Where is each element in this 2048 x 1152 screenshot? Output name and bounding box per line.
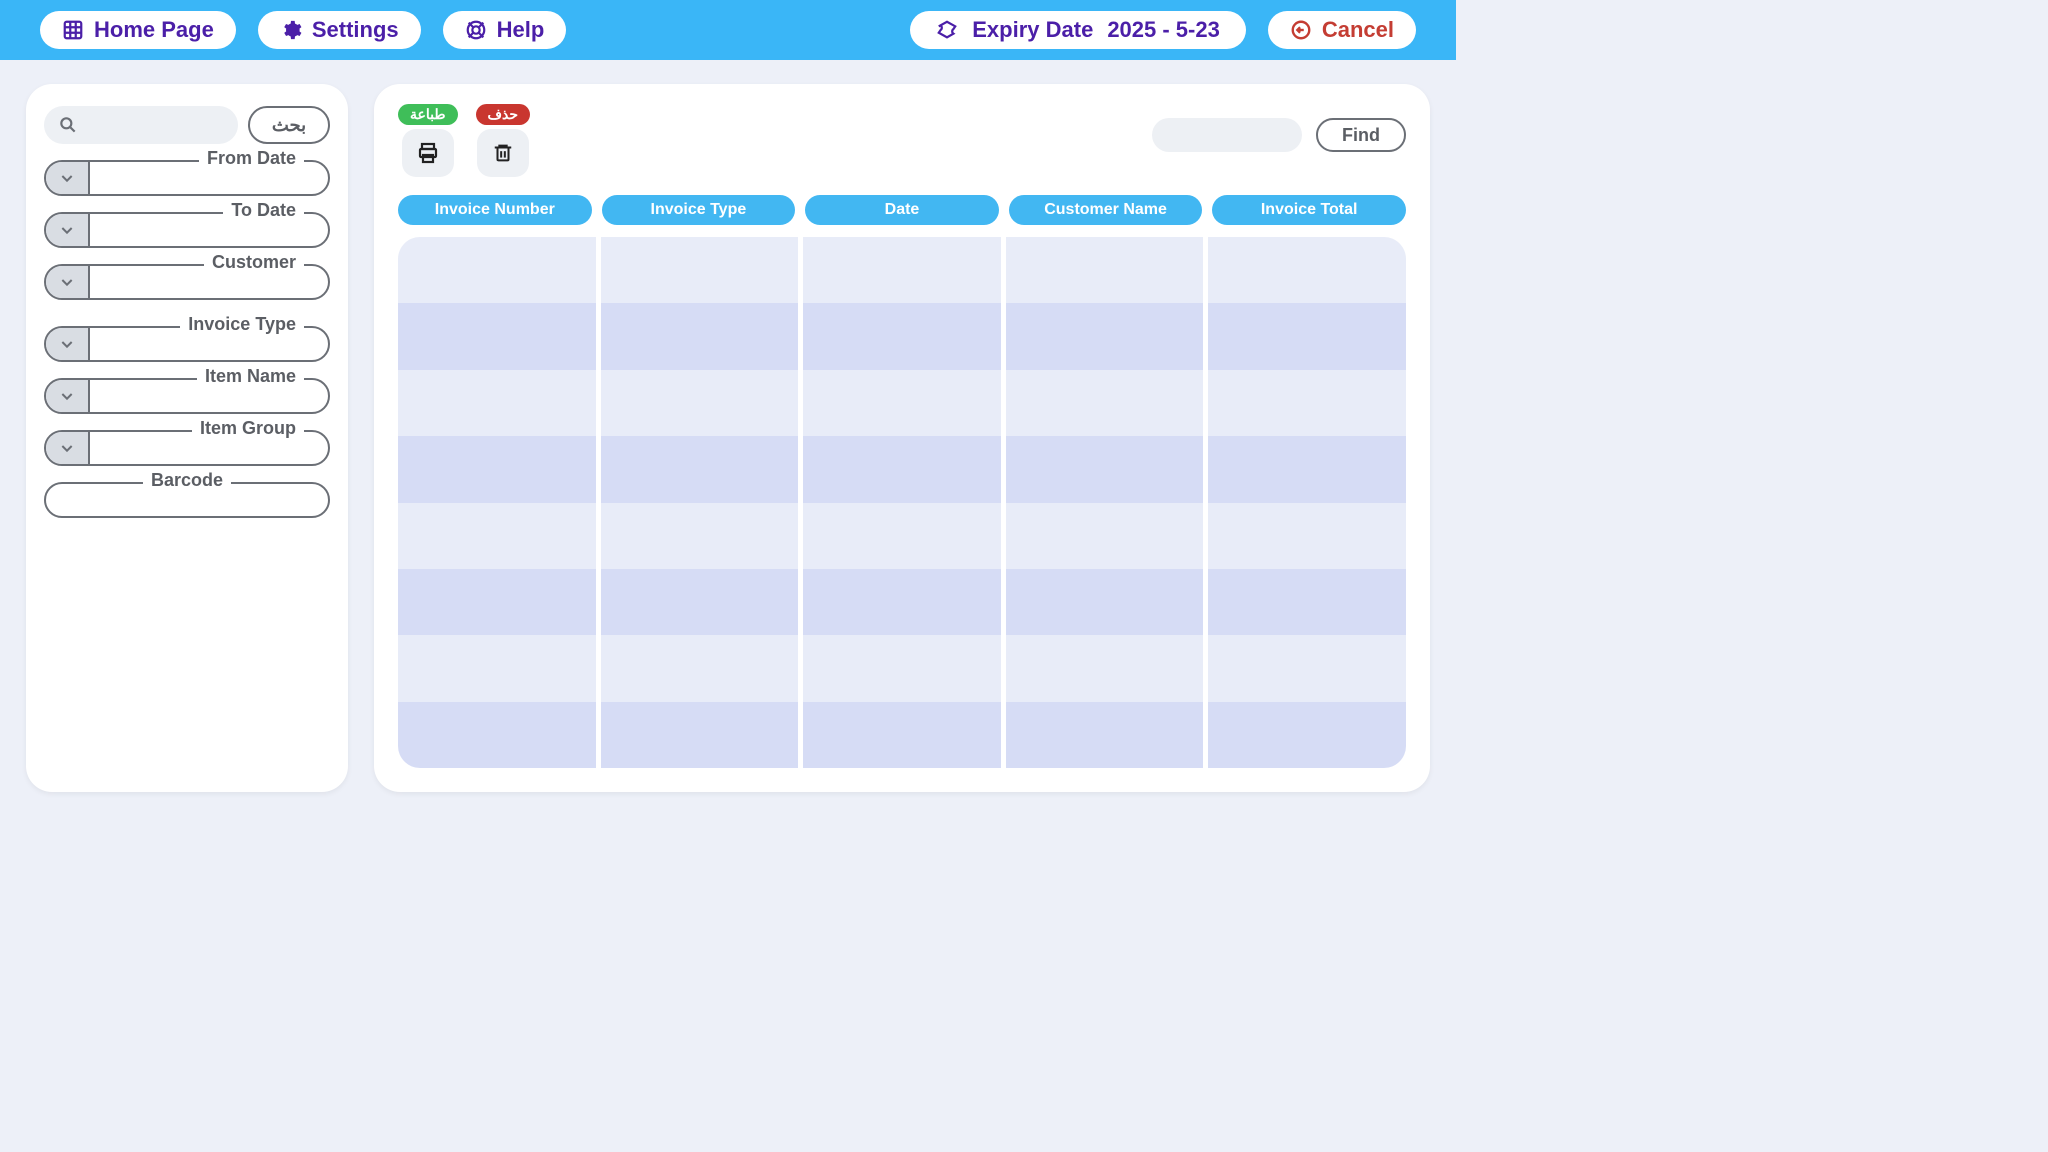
col-date[interactable]: Date	[805, 195, 999, 225]
col-invoice-total[interactable]: Invoice Total	[1212, 195, 1406, 225]
chevron-down-icon	[59, 440, 75, 456]
from-date-dropdown-handle[interactable]	[46, 162, 90, 194]
help-label: Help	[497, 17, 545, 43]
chevron-down-icon	[59, 388, 75, 404]
invoice-type-dropdown-handle[interactable]	[46, 328, 90, 360]
gear-icon	[280, 19, 302, 41]
to-date-field[interactable]: To Date	[44, 212, 330, 248]
barcode-field[interactable]: Barcode	[44, 482, 330, 518]
col-invoice-type[interactable]: Invoice Type	[602, 195, 796, 225]
lifebuoy-icon	[465, 19, 487, 41]
col-customer-name[interactable]: Customer Name	[1009, 195, 1203, 225]
print-button[interactable]	[402, 129, 454, 177]
expiry-label: Expiry Date	[972, 17, 1093, 43]
data-grid	[398, 237, 1406, 768]
cancel-label: Cancel	[1322, 17, 1394, 43]
expiry-value: 2025 - 5-23	[1107, 17, 1220, 43]
invoice-type-legend: Invoice Type	[180, 314, 304, 335]
delete-tag: حذف	[476, 104, 531, 125]
quick-search-input[interactable]	[44, 106, 238, 144]
barcode-legend: Barcode	[143, 470, 231, 491]
printer-icon	[416, 141, 440, 165]
chevron-down-icon	[59, 170, 75, 186]
trash-icon	[492, 142, 514, 164]
column-headers: Invoice Number Invoice Type Date Custome…	[398, 195, 1406, 225]
expiry-pill: Expiry Date 2025 - 5-23	[910, 11, 1246, 49]
chevron-down-icon	[59, 274, 75, 290]
settings-button[interactable]: Settings	[258, 11, 421, 49]
delete-button[interactable]	[477, 129, 529, 177]
find-input[interactable]	[1152, 118, 1302, 152]
item-name-dropdown-handle[interactable]	[46, 380, 90, 412]
chevron-down-icon	[59, 222, 75, 238]
to-date-legend: To Date	[223, 200, 304, 221]
help-button[interactable]: Help	[443, 11, 567, 49]
from-date-legend: From Date	[199, 148, 304, 169]
item-group-dropdown-handle[interactable]	[46, 432, 90, 464]
from-date-field[interactable]: From Date	[44, 160, 330, 196]
customer-dropdown-handle[interactable]	[46, 266, 90, 298]
settings-label: Settings	[312, 17, 399, 43]
col-invoice-number[interactable]: Invoice Number	[398, 195, 592, 225]
customer-legend: Customer	[204, 252, 304, 273]
grid-icon	[62, 19, 84, 41]
item-group-legend: Item Group	[192, 418, 304, 439]
item-name-field[interactable]: Item Name	[44, 378, 330, 414]
topbar: Home Page Settings Help Expiry Date 2025…	[0, 0, 1456, 60]
item-group-field[interactable]: Item Group	[44, 430, 330, 466]
item-name-legend: Item Name	[197, 366, 304, 387]
home-label: Home Page	[94, 17, 214, 43]
invoice-type-field[interactable]: Invoice Type	[44, 326, 330, 362]
print-tag: طباعة	[398, 104, 458, 125]
to-date-dropdown-handle[interactable]	[46, 214, 90, 246]
find-button[interactable]: Find	[1316, 118, 1406, 152]
cancel-button[interactable]: Cancel	[1268, 11, 1416, 49]
print-action: طباعة	[398, 104, 458, 177]
filter-panel: بحث From Date To Date Customer	[26, 84, 348, 792]
delete-action: حذف	[476, 104, 531, 177]
ticket-icon	[936, 19, 958, 41]
search-button[interactable]: بحث	[248, 106, 330, 144]
search-icon	[58, 115, 78, 135]
exit-icon	[1290, 19, 1312, 41]
search-button-label: بحث	[272, 115, 306, 136]
home-button[interactable]: Home Page	[40, 11, 236, 49]
chevron-down-icon	[59, 336, 75, 352]
customer-field[interactable]: Customer	[44, 264, 330, 300]
data-panel: طباعة حذف	[374, 84, 1430, 792]
find-button-label: Find	[1342, 125, 1380, 146]
